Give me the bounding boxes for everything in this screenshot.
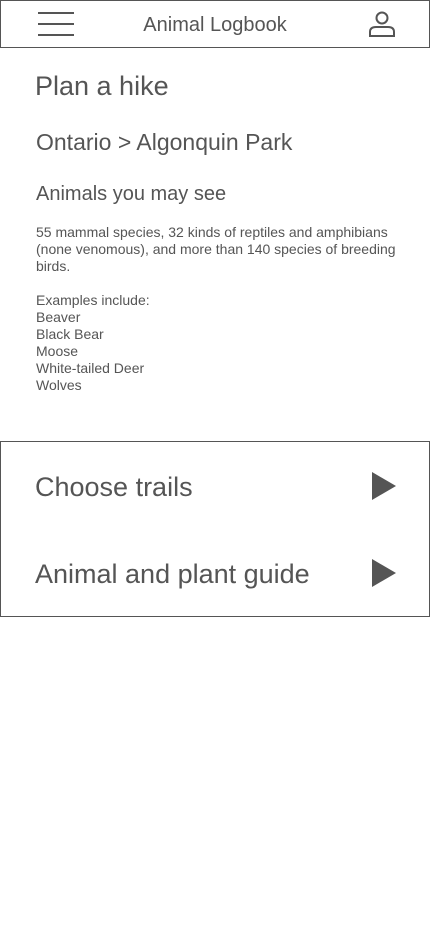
animal-plant-guide-button[interactable]: Animal and plant guide xyxy=(0,529,430,617)
user-profile-icon xyxy=(369,11,395,37)
list-item: Black Bear xyxy=(36,326,104,342)
animals-summary: 55 mammal species, 32 kinds of reptiles … xyxy=(36,224,396,274)
page-title: Plan a hike xyxy=(35,71,169,101)
animal-plant-guide-label: Animal and plant guide xyxy=(35,559,310,589)
list-item: Wolves xyxy=(36,377,82,393)
examples-label: Examples include: xyxy=(36,292,150,308)
profile-button[interactable] xyxy=(367,11,397,37)
list-item: Beaver xyxy=(36,309,81,325)
choose-trails-label: Choose trails xyxy=(35,472,193,502)
animals-heading: Animals you may see xyxy=(36,183,227,205)
list-item: White-tailed Deer xyxy=(36,360,145,376)
list-item: Moose xyxy=(36,343,79,359)
choose-trails-button[interactable]: Choose trails xyxy=(0,441,430,530)
play-arrow-icon xyxy=(372,559,396,587)
examples-list: Examples include: Beaver Black Bear Moos… xyxy=(36,292,150,394)
top-app-bar: Animal Logbook xyxy=(0,0,430,48)
app-title: Animal Logbook xyxy=(143,14,287,36)
play-arrow-icon xyxy=(372,472,396,500)
breadcrumb: Ontario > Algonquin Park xyxy=(36,129,293,155)
